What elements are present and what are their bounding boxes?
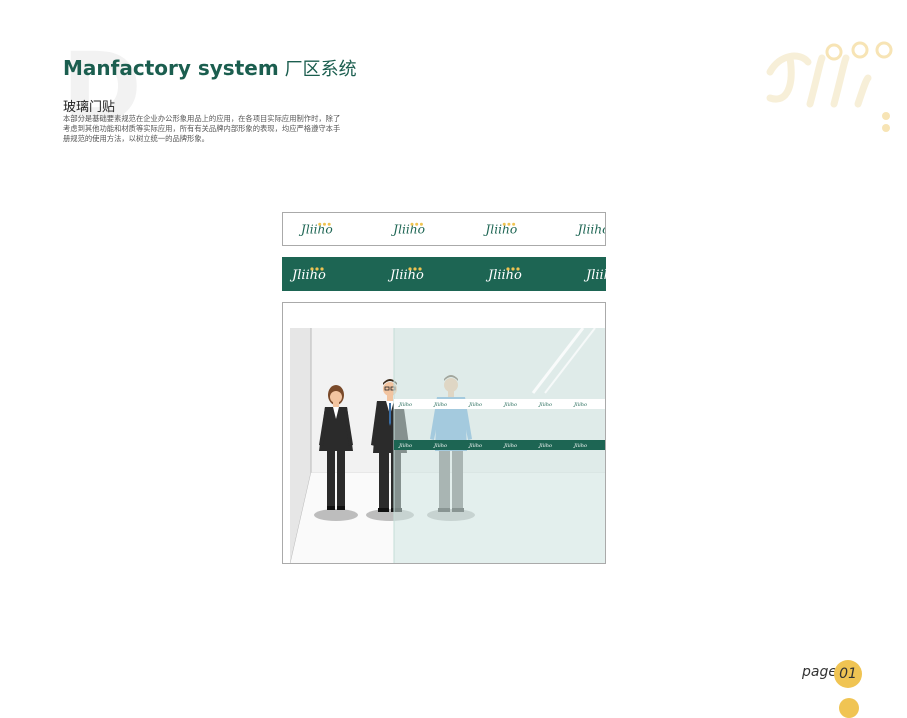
page-label: page — [802, 664, 837, 680]
brand-logo: Jliiho — [298, 223, 333, 237]
brand-watermark-logo — [766, 41, 893, 132]
brand-logo: Jliiho — [433, 443, 447, 449]
decorative-circle — [839, 698, 859, 718]
section-title: 玻璃门贴 — [63, 100, 116, 115]
shadow — [314, 509, 358, 521]
brand-logo: Jliiho — [485, 268, 522, 283]
brand-logo: Jliiho — [398, 402, 412, 408]
scene-illustration: Jliiho Jliiho Jliiho Jliiho Jliiho Jliih… — [289, 327, 605, 563]
brand-logo: Jliiho — [575, 223, 605, 237]
brand-logo: Jliiho — [289, 268, 326, 283]
brand-logo: Jliiho — [387, 268, 424, 283]
brand-logo: Jliiho — [482, 223, 517, 237]
page-title-en: Manfactory system — [63, 56, 279, 80]
brand-logo: Jliiho — [398, 443, 412, 449]
brand-logo: Jliiho — [468, 402, 482, 408]
page-title-cn: 厂区系统 — [284, 59, 357, 80]
logo-row-green: Jliiho Jliiho Jliiho Jliiho — [289, 267, 606, 283]
brand-logo: Jliiho — [538, 402, 552, 408]
brand-logo: Jliiho — [583, 268, 606, 283]
glass-sticker-green-strip: Jliiho Jliiho Jliiho Jliiho — [282, 257, 606, 291]
brand-logo: Jliiho — [468, 443, 482, 449]
logo-row-white: Jliiho Jliiho Jliiho Jliiho — [298, 223, 605, 237]
page-title: Manfactory system 厂区系统 — [63, 55, 357, 81]
brand-logo: Jliiho — [573, 443, 587, 449]
brand-logo: Jliiho — [390, 223, 425, 237]
glass-door-scene: Jliiho Jliiho Jliiho Jliiho Jliiho Jliih… — [282, 302, 606, 564]
glass-sticker-white-strip: Jliiho Jliiho Jliiho Jliiho — [282, 212, 606, 246]
brand-logo: Jliiho — [538, 443, 552, 449]
section-description: 本部分是基础要素规范在企业办公形象用品上的应用，在各项目实际应用制作时，除了考虑… — [63, 114, 341, 144]
brand-logo: Jliiho — [503, 402, 517, 408]
brand-logo: Jliiho — [433, 402, 447, 408]
brand-logo: Jliiho — [503, 443, 517, 449]
page-number: 01 — [834, 660, 862, 688]
brand-logo: Jliiho — [573, 402, 587, 408]
